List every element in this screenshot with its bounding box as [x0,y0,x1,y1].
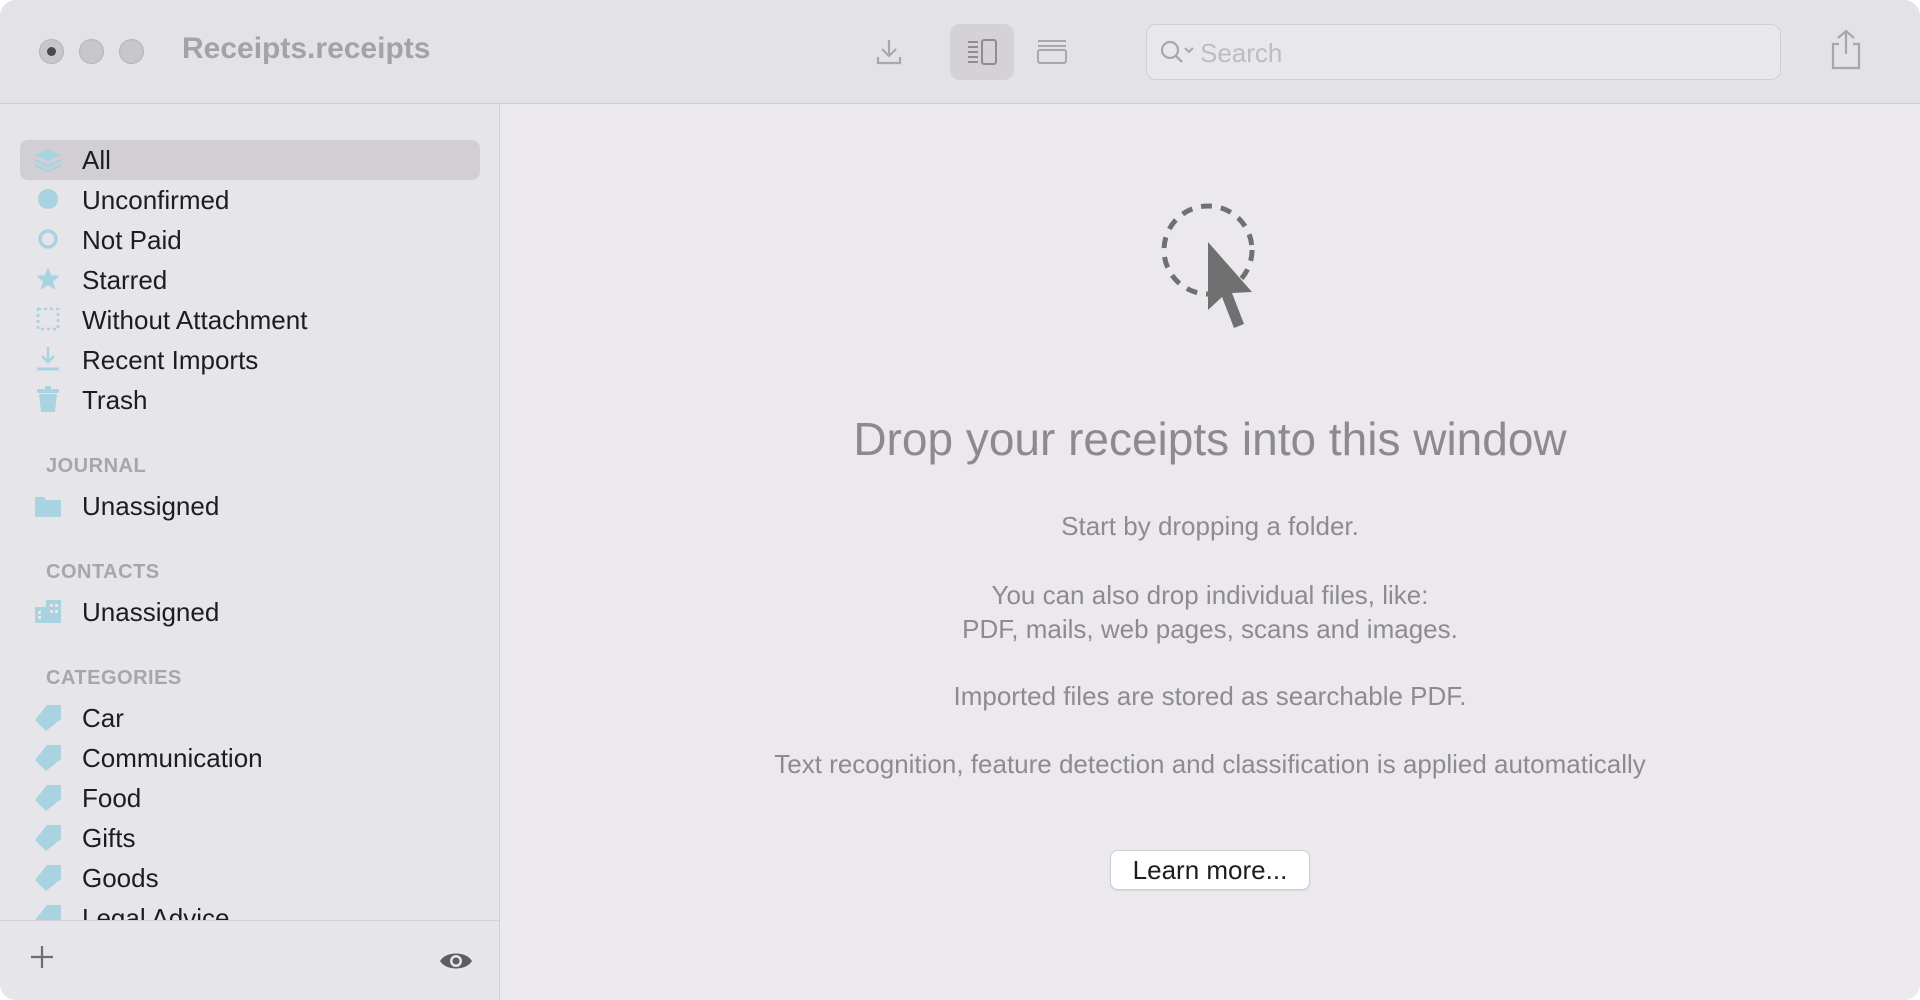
sidebar-item-label: Car [82,703,124,733]
plus-icon [31,946,53,968]
sidebar-item-label: Communication [82,743,263,773]
sidebar-item-label: Legal Advice [82,903,230,920]
section-heading-contacts: CONTACTS [46,561,160,583]
search-placeholder: Search [1200,38,1283,68]
drop-area[interactable]: Drop your receipts into this window Star… [500,104,1920,1000]
search-icon [1160,40,1194,63]
folder-icon [35,497,61,517]
sidebar-item-label: Not Paid [82,225,182,255]
add-button[interactable] [28,943,56,976]
star-icon [36,267,60,290]
sidebar-item-label: Food [82,783,142,813]
sidebar-item-category-goods[interactable]: Goods [20,858,480,898]
sidebar-item-journal-unassigned[interactable]: Unassigned [20,486,480,526]
sidebar-item-label: Starred [82,265,168,295]
minimize-window-button[interactable] [79,39,104,64]
search-field[interactable]: Search [1146,24,1781,80]
sidebar-item-category-communication[interactable]: Communication [20,738,480,778]
sidebar-item-label: Recent Imports [82,345,259,375]
instruction-files-line1: You can also drop individual files, like… [991,580,1429,610]
sidebar-item-category-car[interactable]: Car [20,698,480,738]
instruction-pdf: Imported files are stored as searchable … [953,681,1467,711]
tag-icon [35,905,61,920]
sidebar-item-label: All [82,145,111,175]
list-view-icon [1037,40,1067,64]
sidebar-item-label: Trash [82,385,148,415]
close-window-button[interactable] [39,39,64,64]
sidebar-item-recent-imports[interactable]: Recent Imports [20,340,480,380]
share-icon [1831,29,1861,70]
drop-headline: Drop your receipts into this window [853,413,1567,465]
sidebar-item-contacts-unassigned[interactable]: Unassigned [20,592,480,632]
section-heading-categories: CATEGORIES [46,667,182,689]
tag-icon [35,785,61,811]
sidebar-item-category-gifts[interactable]: Gifts [20,818,480,858]
sidebar-footer [0,920,499,1000]
tag-icon [35,745,61,771]
split-view-icon [968,39,997,65]
sidebar-list[interactable]: All Unconfirmed Not Paid Starred Without… [0,104,500,920]
zoom-window-button[interactable] [119,39,144,64]
tag-icon [35,825,61,851]
sidebar-item-without-attachment[interactable]: Without Attachment [20,300,480,340]
drop-cursor-icon [1161,203,1255,328]
sidebar-item-label: Gifts [82,823,136,853]
dotted-square-icon [36,307,60,331]
sidebar-item-unconfirmed[interactable]: Unconfirmed [20,180,480,220]
share-button[interactable] [1826,28,1866,77]
filled-dot-icon [38,189,58,209]
window-title: Receipts.receipts [182,32,431,65]
sidebar-item-trash[interactable]: Trash [20,380,480,420]
download-icon [876,40,902,65]
eye-icon [440,953,472,969]
building-icon [35,600,61,623]
learn-more-button[interactable]: Learn more... [1110,850,1310,890]
tag-icon [35,705,61,731]
instruction-files-line2: PDF, mails, web pages, scans and images. [962,614,1458,644]
app-window: Receipts.receipts Search All Unconfirmed… [0,0,1920,1000]
preview-toggle-button[interactable] [438,949,474,978]
sidebar-item-label: Unassigned [82,491,220,521]
import-button[interactable] [857,24,921,80]
sidebar-item-starred[interactable]: Starred [20,260,480,300]
tag-icon [35,865,61,891]
sidebar: All Unconfirmed Not Paid Starred Without… [0,104,500,1000]
stack-icon [34,149,62,173]
sidebar-item-all[interactable]: All [20,140,480,180]
sidebar-item-label: Unassigned [82,597,220,627]
sidebar-item-label: Unconfirmed [82,185,230,215]
section-heading-journal: JOURNAL [46,455,147,477]
sidebar-item-label: Goods [82,863,159,893]
title-bar: Receipts.receipts Search [0,0,1920,104]
trash-icon [37,386,59,412]
list-view-button[interactable] [1020,24,1084,80]
download-icon [37,347,59,371]
ring-icon [38,229,58,249]
split-view-button[interactable] [950,24,1014,80]
instruction-folder: Start by dropping a folder. [1061,511,1359,541]
instruction-recognition: Text recognition, feature detection and … [774,749,1646,779]
sidebar-item-category-food[interactable]: Food [20,778,480,818]
sidebar-item-not-paid[interactable]: Not Paid [20,220,480,260]
sidebar-item-category-legal-advice[interactable]: Legal Advice [20,898,480,920]
sidebar-item-label: Without Attachment [82,305,308,335]
